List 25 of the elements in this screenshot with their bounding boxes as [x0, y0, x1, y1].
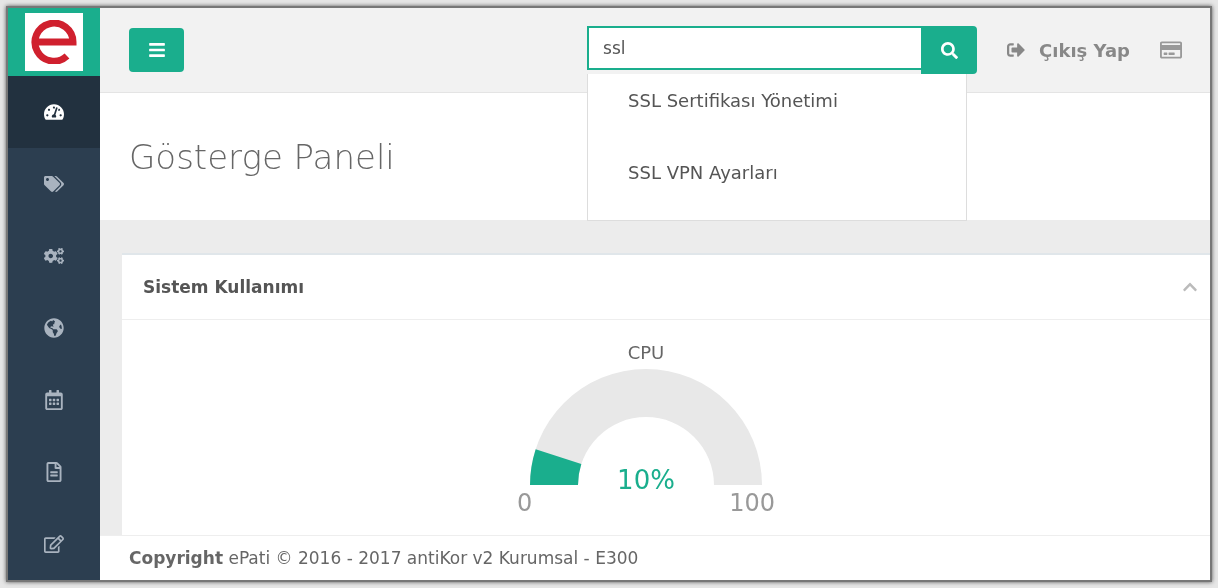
search-field[interactable]: ssl: [587, 26, 922, 70]
document-icon: [44, 462, 64, 482]
panel-title: Sistem Kullanımı: [143, 277, 305, 297]
tags-icon: [44, 174, 64, 194]
copyright-text: Copyright ePati © 2016 - 2017 antiKor v2 Kurumsal - E300: [129, 548, 639, 568]
menu-icon: [147, 41, 166, 59]
card-icon[interactable]: [1160, 39, 1182, 61]
globe-icon: [44, 318, 64, 338]
calendar-icon: [44, 390, 64, 410]
page-title: Gösterge Paneli: [129, 136, 395, 177]
logo: [25, 13, 83, 71]
edit-icon: [44, 534, 64, 554]
suggestion-item[interactable]: SSL VPN Ayarları: [588, 148, 967, 202]
search-icon: [940, 41, 958, 59]
gauge-title: CPU: [627, 342, 665, 363]
gauge-reading: 10%: [616, 465, 676, 495]
suggestion-item[interactable]: SSL Sertifikası Yönetimi: [588, 76, 967, 148]
gauge-min: 0: [517, 489, 533, 517]
dashboard-icon: [44, 102, 64, 122]
gears-icon: [44, 246, 64, 266]
search-button[interactable]: [921, 26, 978, 74]
sign-out-icon: [1007, 41, 1026, 59]
menu-button[interactable]: [129, 28, 184, 72]
gauge-max: 100: [729, 489, 775, 517]
sidebar-item[interactable]: [8, 76, 100, 148]
